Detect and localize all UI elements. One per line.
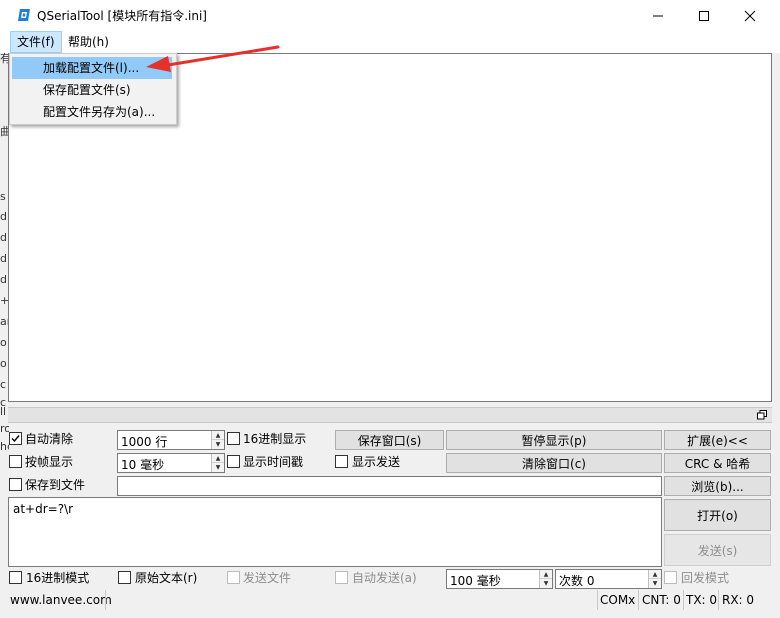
send-count-spinbox[interactable]: 次数 0 ▲ ▼	[555, 569, 662, 589]
auto-clear-checkbox[interactable]	[9, 432, 22, 445]
website-label: www.lanvee.com	[10, 593, 112, 607]
hex-display-label: 16进制显示	[243, 432, 307, 446]
raw-text-checkbox[interactable]	[118, 571, 131, 584]
save-file-path-input[interactable]	[117, 476, 662, 496]
minimize-icon	[653, 15, 663, 16]
spin-up-icon[interactable]: ▲	[540, 570, 552, 579]
auto-send-interval-value: 100 毫秒	[450, 574, 501, 588]
menu-help[interactable]: 帮助(h)	[62, 31, 115, 53]
auto-clear-label: 自动清除	[25, 432, 74, 446]
max-lines-spinbox[interactable]: 1000 行 ▲ ▼	[117, 430, 225, 450]
show-send-checkbox[interactable]	[335, 455, 348, 468]
raw-text-label: 原始文本(r)	[135, 571, 198, 585]
browse-button[interactable]: 浏览(b)...	[664, 476, 771, 496]
restore-icon[interactable]	[757, 410, 767, 420]
close-icon	[744, 10, 756, 21]
status-separator	[683, 590, 684, 610]
rx-status: RX: 0	[722, 593, 755, 607]
show-timestamp-checkbox[interactable]	[227, 455, 240, 468]
frame-display-checkbox[interactable]	[9, 455, 22, 468]
send-file-checkbox[interactable]	[227, 571, 240, 584]
window-title: QSerialTool [模块所有指令.ini]	[37, 9, 207, 23]
save-window-button[interactable]: 保存窗口(s)	[335, 430, 444, 450]
close-button[interactable]	[727, 0, 773, 31]
frame-interval-spinbox[interactable]: 10 毫秒 ▲ ▼	[117, 453, 225, 473]
hex-mode-checkbox[interactable]	[9, 571, 22, 584]
spin-up-icon[interactable]: ▲	[212, 431, 224, 440]
status-separator	[718, 590, 719, 610]
tx-status: TX: 0	[686, 593, 718, 607]
auto-send-checkbox[interactable]	[335, 571, 348, 584]
save-config-as-menu-item[interactable]: 配置文件另存为(a)...	[12, 101, 172, 123]
frame-interval-value: 10 毫秒	[121, 458, 165, 472]
menu-bar	[0, 31, 780, 53]
port-status: COMx	[600, 593, 636, 607]
send-text-area[interactable]	[8, 497, 662, 567]
show-timestamp-label: 显示时间戳	[243, 455, 304, 469]
panel-splitter[interactable]	[8, 407, 772, 423]
pause-display-button[interactable]: 暂停显示(p)	[446, 430, 662, 450]
frame-display-label: 按帧显示	[25, 455, 74, 469]
send-text-value: at+dr=?\r	[13, 502, 74, 516]
expand-button[interactable]: 扩展(e)<<	[664, 430, 771, 450]
background-fragment: ro	[0, 422, 9, 435]
echo-mode-label: 回发模式	[681, 571, 730, 585]
save-config-menu-item[interactable]: 保存配置文件(s)	[12, 79, 172, 101]
app-icon	[18, 9, 30, 21]
max-lines-value: 1000 行	[121, 435, 168, 449]
menu-file[interactable]: 文件(f)	[10, 31, 62, 53]
maximize-button[interactable]	[681, 0, 727, 31]
clear-window-button[interactable]: 清除窗口(c)	[446, 453, 662, 473]
hex-display-checkbox[interactable]	[227, 432, 240, 445]
spin-down-icon[interactable]: ▼	[649, 579, 661, 588]
save-to-file-label: 保存到文件	[25, 478, 86, 492]
send-count-value: 次数 0	[559, 574, 595, 588]
annotation-arrow	[146, 45, 280, 72]
echo-mode-checkbox[interactable]	[664, 571, 677, 584]
spin-up-icon[interactable]: ▲	[649, 570, 661, 579]
hex-mode-label: 16进制模式	[26, 571, 90, 585]
checkmark-icon	[11, 435, 20, 443]
send-button[interactable]: 发送(s)	[664, 534, 771, 566]
status-separator	[638, 590, 639, 610]
spin-down-icon[interactable]: ▼	[540, 579, 552, 588]
maximize-icon	[699, 10, 709, 21]
status-separator	[105, 590, 106, 610]
open-port-button[interactable]: 打开(o)	[664, 499, 771, 531]
send-file-label: 发送文件	[243, 571, 292, 585]
status-separator	[597, 590, 598, 610]
spin-down-icon[interactable]: ▼	[212, 440, 224, 449]
save-to-file-checkbox[interactable]	[9, 478, 22, 491]
minimize-button[interactable]	[635, 0, 681, 31]
crc-hash-button[interactable]: CRC & 哈希	[664, 453, 771, 473]
show-send-label: 显示发送	[352, 455, 401, 469]
cnt-status: CNT: 0	[642, 593, 681, 607]
auto-send-interval-spinbox[interactable]: 100 毫秒 ▲ ▼	[446, 569, 553, 589]
spin-down-icon[interactable]: ▼	[212, 463, 224, 472]
spin-up-icon[interactable]: ▲	[212, 454, 224, 463]
background-fragment: he	[0, 440, 9, 453]
auto-send-label: 自动发送(a)	[352, 571, 417, 585]
